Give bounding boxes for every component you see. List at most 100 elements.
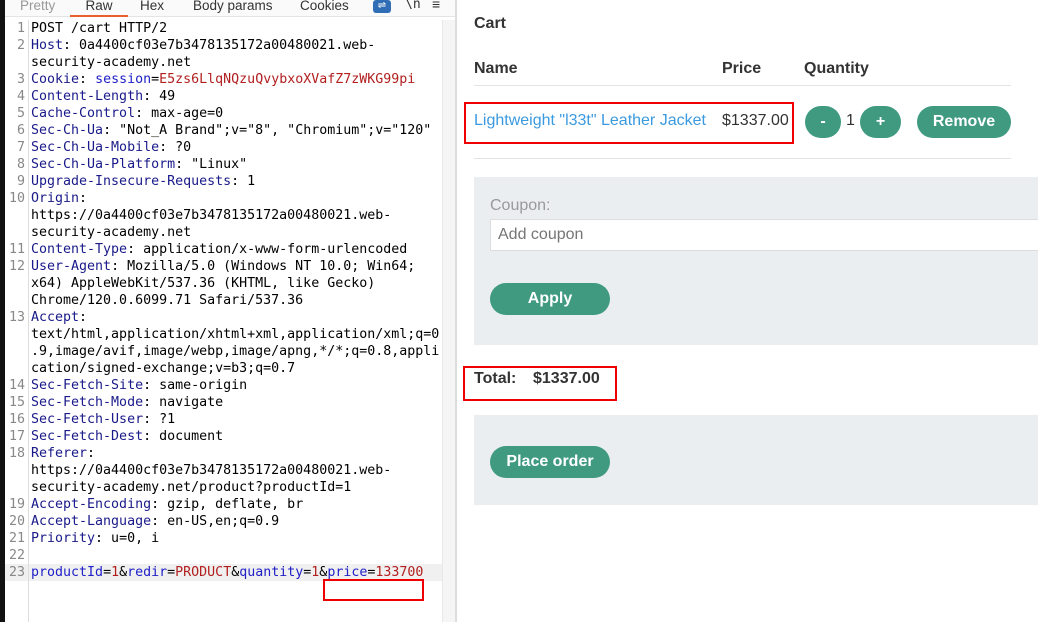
request-line[interactable]: 15 Sec-Fetch-Mode: navigate bbox=[5, 394, 455, 411]
header-name: Host bbox=[31, 38, 64, 53]
raw-request-text[interactable]: 1 POST /cart HTTP/2 2 Host: 0a4400cf03e7b34… bbox=[5, 20, 455, 622]
header-name: Cookie bbox=[31, 72, 80, 87]
request-line[interactable]: 1 POST /cart HTTP/2 bbox=[5, 20, 455, 37]
header-name: Sec-Ch-Ua-Mobile bbox=[31, 140, 160, 155]
column-header-name: Name bbox=[474, 60, 518, 77]
request-line[interactable]: 14 Sec-Fetch-Site: same-origin bbox=[5, 377, 455, 394]
param-value: 133700 bbox=[375, 565, 424, 580]
line-number: 21 bbox=[8, 531, 25, 546]
tab-body-params[interactable]: Body params bbox=[193, 0, 273, 13]
line-text: Accept-Encoding: gzip, deflate, br bbox=[31, 496, 441, 513]
request-line[interactable]: 7 Sec-Ch-Ua-Mobile: ?0 bbox=[5, 139, 455, 156]
header-name: Sec-Ch-Ua-Platform bbox=[31, 157, 176, 172]
param-value: PRODUCT bbox=[175, 565, 232, 580]
line-text: User-Agent: Mozilla/5.0 (Windows NT 10.0… bbox=[31, 258, 441, 309]
line-text: Content-Length: 49 bbox=[31, 88, 441, 105]
line-number: 12 bbox=[8, 259, 25, 274]
line-text: Sec-Fetch-Mode: navigate bbox=[31, 394, 441, 411]
row-divider bbox=[474, 158, 1011, 159]
line-text: Referer: https://0a4400cf03e7b3478135172… bbox=[31, 445, 441, 496]
item-highlight bbox=[464, 102, 794, 144]
hamburger-menu-icon[interactable]: ≡ bbox=[432, 0, 440, 12]
header-name: Sec-Fetch-Mode bbox=[31, 395, 144, 410]
header-name: Sec-Ch-Ua bbox=[31, 123, 104, 138]
line-text bbox=[31, 547, 441, 564]
coupon-input[interactable] bbox=[490, 219, 1038, 251]
request-line[interactable]: 18 Referer: https://0a4400cf03e7b34781351… bbox=[5, 445, 455, 496]
text-segment: : application/x-www-form-urlencoded bbox=[127, 242, 408, 257]
line-text: Sec-Ch-Ua-Platform: "Linux" bbox=[31, 156, 441, 173]
text-segment: : 1 bbox=[231, 174, 256, 189]
line-number: 23 bbox=[8, 565, 25, 580]
text-segment: : en-US,en;q=0.9 bbox=[151, 514, 280, 529]
text-segment: : navigate bbox=[143, 395, 224, 410]
request-line[interactable]: 6 Sec-Ch-Ua: "Not_A Brand";v="8", "Chromi… bbox=[5, 122, 455, 139]
line-text: Cache-Control: max-age=0 bbox=[31, 105, 441, 122]
request-line[interactable]: 8 Sec-Ch-Ua-Platform: "Linux" bbox=[5, 156, 455, 173]
line-number: 19 bbox=[8, 497, 25, 512]
gutter-divider bbox=[28, 20, 29, 622]
request-line[interactable]: 11 Content-Type: application/x-www-form-u… bbox=[5, 241, 455, 258]
header-name: Priority bbox=[31, 531, 96, 546]
tab-pretty[interactable]: Pretty bbox=[20, 0, 55, 13]
text-segment: = bbox=[103, 565, 112, 580]
apply-coupon-button[interactable]: Apply bbox=[490, 283, 610, 315]
header-name: Accept-Language bbox=[31, 514, 152, 529]
line-number: 20 bbox=[8, 514, 25, 529]
request-line[interactable]: 16 Sec-Fetch-User: ?1 bbox=[5, 411, 455, 428]
line-number: 22 bbox=[8, 548, 25, 563]
text-segment: : 49 bbox=[143, 89, 176, 104]
request-line[interactable]: 10 Origin: https://0a4400cf03e7b347813517… bbox=[5, 190, 455, 241]
line-number: 16 bbox=[8, 412, 25, 427]
request-editor-panel: Pretty Raw Hex Body params Cookies ⇌ \n … bbox=[0, 0, 455, 622]
header-name: User-Agent bbox=[31, 259, 112, 274]
header-name: Accept bbox=[31, 310, 80, 325]
text-segment: & bbox=[119, 565, 128, 580]
request-line[interactable]: 12 User-Agent: Mozilla/5.0 (Windows NT 10… bbox=[5, 258, 455, 309]
line-number: 11 bbox=[8, 242, 25, 257]
header-name: Content-Length bbox=[31, 89, 144, 104]
tab-raw[interactable]: Raw bbox=[70, 0, 128, 17]
cart-page: Cart Name Price Quantity Lightweight "l3… bbox=[455, 0, 1038, 622]
param-name: session bbox=[95, 72, 152, 87]
editor-scrollbar[interactable] bbox=[442, 20, 455, 622]
request-line[interactable]: 5 Cache-Control: max-age=0 bbox=[5, 105, 455, 122]
show-newlines-button[interactable]: \n bbox=[405, 0, 421, 12]
text-segment: = bbox=[151, 72, 160, 87]
request-line[interactable]: 13 Accept: text/html,application/xhtml+xm… bbox=[5, 309, 455, 377]
request-line[interactable]: 2 Host: 0a4400cf03e7b3478135172a00480021.… bbox=[5, 37, 455, 71]
remove-button[interactable]: Remove bbox=[917, 106, 1011, 138]
place-order-button[interactable]: Place order bbox=[490, 446, 610, 478]
word-wrap-icon[interactable]: ⇌ bbox=[373, 0, 391, 13]
request-line[interactable]: 9 Upgrade-Insecure-Requests: 1 bbox=[5, 173, 455, 190]
line-number: 2 bbox=[16, 38, 25, 53]
line-number: 8 bbox=[16, 157, 25, 172]
request-line[interactable]: 17 Sec-Fetch-Dest: document bbox=[5, 428, 455, 445]
request-line[interactable]: 21 Priority: u=0, i bbox=[5, 530, 455, 547]
line-text: Sec-Fetch-User: ?1 bbox=[31, 411, 441, 428]
request-line[interactable]: 20 Accept-Language: en-US,en;q=0.9 bbox=[5, 513, 455, 530]
request-line[interactable]: 19 Accept-Encoding: gzip, deflate, br bbox=[5, 496, 455, 513]
param-name: quantity bbox=[239, 565, 304, 580]
header-name: Upgrade-Insecure-Requests bbox=[31, 174, 232, 189]
column-header-price: Price bbox=[722, 60, 762, 77]
line-text: Host: 0a4400cf03e7b3478135172a00480021.w… bbox=[31, 37, 441, 71]
text-segment: : 0a4400cf03e7b3478135172a00480021.web-s… bbox=[31, 38, 376, 70]
line-number: 14 bbox=[8, 378, 25, 393]
text-segment: = bbox=[167, 565, 176, 580]
tab-cookies[interactable]: Cookies bbox=[300, 0, 349, 13]
text-segment: : ?0 bbox=[159, 140, 192, 155]
decrease-quantity-button[interactable]: - bbox=[805, 106, 841, 138]
request-line[interactable]: 4 Content-Length: 49 bbox=[5, 88, 455, 105]
increase-quantity-button[interactable]: + bbox=[860, 106, 901, 138]
line-number: 1 bbox=[16, 21, 25, 36]
coupon-section: Coupon: Apply bbox=[474, 177, 1038, 345]
tab-hex[interactable]: Hex bbox=[140, 0, 164, 13]
request-line[interactable]: 3 Cookie: session=E5zs6LlqNQzuQvybxoXVafZ… bbox=[5, 71, 455, 88]
line-text: Sec-Fetch-Site: same-origin bbox=[31, 377, 441, 394]
view-tabs: Pretty Raw Hex Body params Cookies ⇌ \n … bbox=[5, 0, 455, 17]
line-number: 4 bbox=[16, 89, 25, 104]
request-line[interactable]: 22 bbox=[5, 547, 455, 564]
cart-title: Cart bbox=[474, 15, 507, 32]
header-name: Sec-Fetch-User bbox=[31, 412, 144, 427]
